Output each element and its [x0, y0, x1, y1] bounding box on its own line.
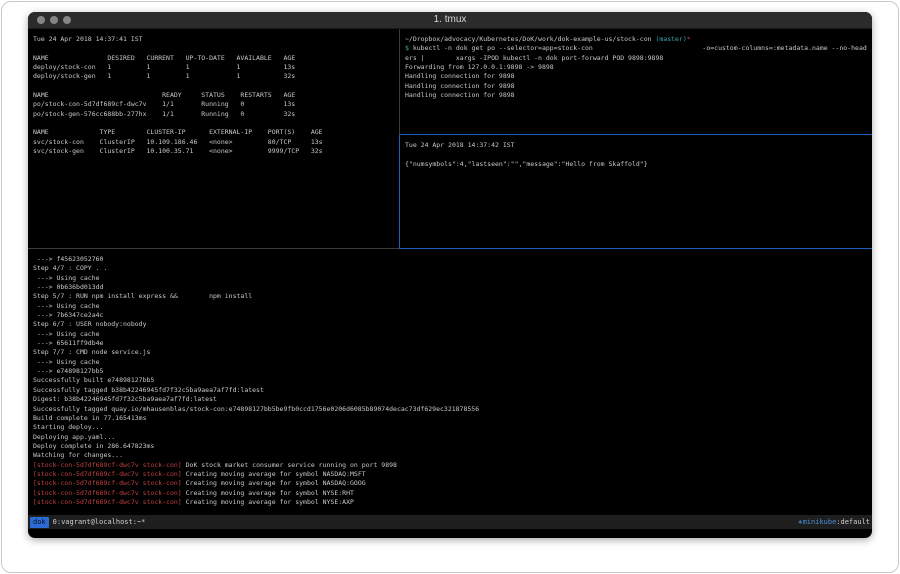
terminal-line: Step 5/7 : RUN npm install express && np…	[33, 292, 872, 301]
terminal-line: ---> Using cache	[33, 358, 872, 367]
terminal-line: po/stock-con-5d7df689cf-dwc7v 1/1 Runnin…	[33, 100, 404, 109]
kube-context-name: minikube	[803, 515, 837, 529]
terminal-line: ---> 7b6347ce2a4c	[33, 311, 872, 320]
pane-skaffold-log[interactable]: ---> f45623052760Step 4/7 : COPY . . ---…	[28, 249, 872, 521]
terminal-line	[33, 82, 404, 91]
pane-border-horizontal-bottom-right	[399, 248, 872, 249]
pane-curl-watch[interactable]: Tue 24 Apr 2018 14:37:42 IST {"numsymbol…	[401, 136, 872, 252]
terminal-line: [stock-con-5d7df689cf-dwc7v stock-con] C…	[33, 470, 872, 479]
terminal-line: NAME DESIRED CURRENT UP-TO-DATE AVAILABL…	[33, 54, 404, 63]
terminal-line: Successfully tagged b38b42246945fd7f32c5…	[33, 386, 872, 395]
terminal-line: [stock-con-5d7df689cf-dwc7v stock-con] C…	[33, 498, 872, 507]
pane-port-forward[interactable]: ~/Dropbox/advocacy/Kubernetes/DoK/work/d…	[401, 29, 872, 139]
terminal-line: NAME READY STATUS RESTARTS AGE	[33, 91, 404, 100]
terminal-line: Step 4/7 : COPY . .	[33, 264, 872, 273]
terminal-line: ---> f45623052760	[33, 255, 872, 264]
terminal-line: Handling connection for 9898	[405, 82, 872, 91]
terminal-line	[33, 119, 404, 128]
terminal-window: 1. tmux Tue 24 Apr 2018 14:37:41 IST NAM…	[28, 12, 872, 538]
terminal-line: Digest: b38b42246945fd7f32c5ba9aea7af7fd…	[33, 395, 872, 404]
terminal-line: Successfully built e74898127bb5	[33, 376, 872, 385]
tmux-terminal: Tue 24 Apr 2018 14:37:41 IST NAME DESIRE…	[28, 29, 872, 538]
terminal-line: Step 6/7 : USER nobody:nobody	[33, 320, 872, 329]
terminal-line: ~/Dropbox/advocacy/Kubernetes/DoK/work/d…	[405, 35, 872, 44]
terminal-line: $ kubectl -n dok get po --selector=app=s…	[405, 44, 872, 53]
terminal-line	[405, 150, 872, 159]
terminal-line: [stock-con-5d7df689cf-dwc7v stock-con] C…	[33, 479, 872, 488]
terminal-line: Starting deploy...	[33, 423, 872, 432]
terminal-line: ---> 0b636bd013dd	[33, 283, 872, 292]
terminal-line: svc/stock-gen ClusterIP 10.100.35.71 <no…	[33, 147, 404, 156]
terminal-line: Tue 24 Apr 2018 14:37:41 IST	[33, 35, 404, 44]
terminal-line: deploy/stock-con 1 1 1 1 13s	[33, 63, 404, 72]
terminal-line: Deploy complete in 286.647823ms	[33, 442, 872, 451]
window-title: 1. tmux	[28, 14, 872, 25]
status-window-item[interactable]: 0:vagrant@localhost:~*	[53, 515, 146, 529]
terminal-line: ---> 65611ff9db4e	[33, 339, 872, 348]
window-titlebar[interactable]: 1. tmux	[28, 12, 872, 29]
terminal-line: Build complete in 77.165413ms	[33, 414, 872, 423]
terminal-line: ers | xargs -IPOD kubectl -n dok port-fo…	[405, 54, 872, 63]
pane-border-vertical-active	[399, 135, 400, 248]
terminal-line: ---> Using cache	[33, 274, 872, 283]
terminal-line: deploy/stock-gen 1 1 1 1 32s	[33, 72, 404, 81]
terminal-line: [stock-con-5d7df689cf-dwc7v stock-con] C…	[33, 489, 872, 498]
terminal-line: Handling connection for 9898	[405, 91, 872, 100]
status-left: dok 0:vagrant@localhost:~*	[30, 515, 145, 529]
terminal-line: po/stock-gen-576cc688bb-277hx 1/1 Runnin…	[33, 110, 404, 119]
terminal-line: NAME TYPE CLUSTER-IP EXTERNAL-IP PORT(S)…	[33, 128, 404, 137]
terminal-line: Handling connection for 9898	[405, 72, 872, 81]
terminal-line: {"numsymbols":4,"lastseen":"","message":…	[405, 160, 872, 169]
terminal-line: Step 7/7 : CMD node service.js	[33, 348, 872, 357]
terminal-line: ---> e74898127bb5	[33, 367, 872, 376]
pane-border-horizontal-active-top	[400, 134, 872, 135]
status-kube-context: ⎈ minikube :default	[798, 515, 870, 529]
pane-kubectl-watch[interactable]: Tue 24 Apr 2018 14:37:41 IST NAME DESIRE…	[28, 29, 404, 253]
session-name-badge[interactable]: dok	[30, 517, 49, 528]
pane-border-horizontal-bottom-left	[28, 248, 399, 249]
terminal-line: Forwarding from 127.0.0.1:9898 -> 9898	[405, 63, 872, 72]
terminal-line: Deploying app.yaml...	[33, 433, 872, 442]
terminal-line: svc/stock-con ClusterIP 10.109.186.46 <n…	[33, 138, 404, 147]
terminal-line: Tue 24 Apr 2018 14:37:42 IST	[405, 141, 872, 150]
terminal-line: [stock-con-5d7df689cf-dwc7v stock-con] D…	[33, 461, 872, 470]
terminal-line: ---> Using cache	[33, 302, 872, 311]
terminal-line: Successfully tagged quay.io/mhausenblas/…	[33, 405, 872, 414]
terminal-line	[33, 44, 404, 53]
terminal-line: ---> Using cache	[33, 330, 872, 339]
terminal-line: Watching for changes...	[33, 451, 872, 460]
kube-namespace: :default	[836, 515, 870, 529]
tmux-status-bar: dok 0:vagrant@localhost:~* ⎈ minikube :d…	[28, 515, 872, 529]
pane-border-vertical-top	[399, 29, 400, 135]
